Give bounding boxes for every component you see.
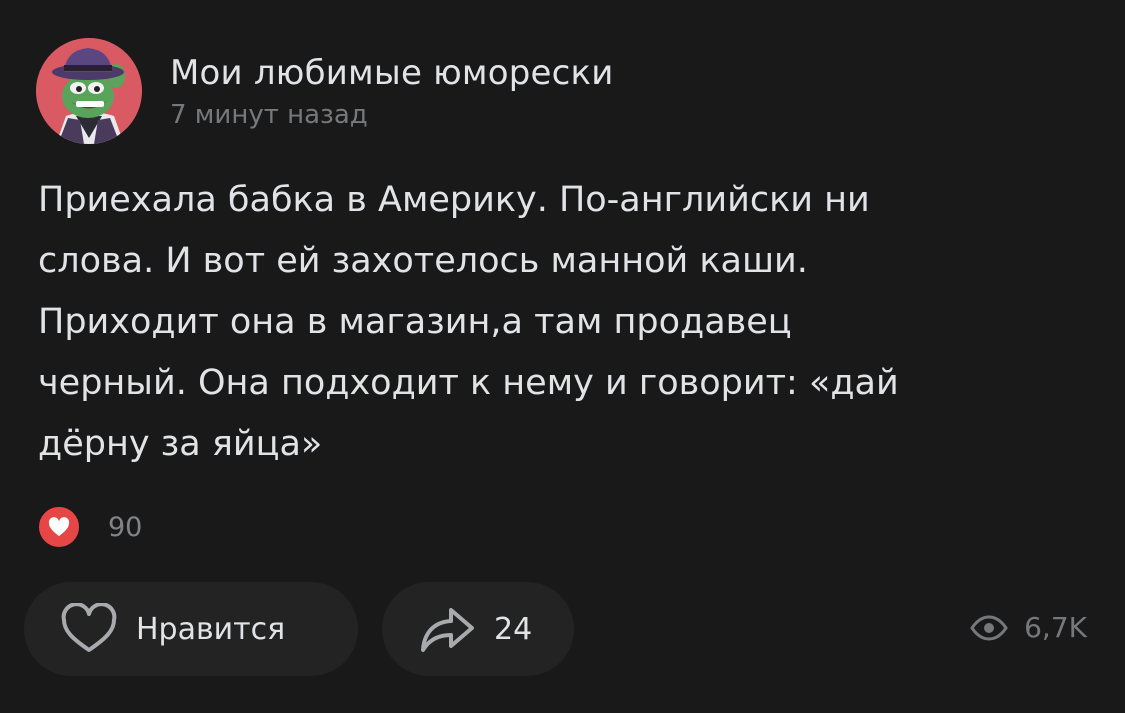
reactions-summary[interactable]: 90 (36, 504, 142, 550)
post-text: Приехала бабка в Америку. По-английски н… (38, 180, 899, 464)
share-button[interactable]: 24 (382, 582, 574, 676)
share-icon (421, 608, 474, 652)
heart-icon (36, 504, 82, 550)
heart-outline-icon (61, 603, 117, 652)
views-count: 6,7K (1024, 611, 1087, 644)
post-actions: Нравится 24 (24, 582, 574, 676)
share-count: 24 (494, 611, 533, 647)
like-button[interactable]: Нравится (24, 582, 358, 676)
post-header: Мои любимые юморески 7 минут назад (36, 38, 614, 144)
reactions-count: 90 (108, 511, 143, 543)
post-card: Мои любимые юморески 7 минут назад Приех… (0, 0, 1125, 713)
views-counter: 6,7K (970, 611, 1087, 644)
post-time[interactable]: 7 минут назад (170, 97, 614, 133)
community-name[interactable]: Мои любимые юморески (170, 51, 614, 95)
post-header-text: Мои любимые юморески 7 минут назад (170, 49, 614, 133)
eye-icon (970, 614, 1008, 641)
avatar-image (36, 38, 142, 144)
community-avatar[interactable] (36, 38, 142, 144)
like-label: Нравится (136, 611, 286, 647)
